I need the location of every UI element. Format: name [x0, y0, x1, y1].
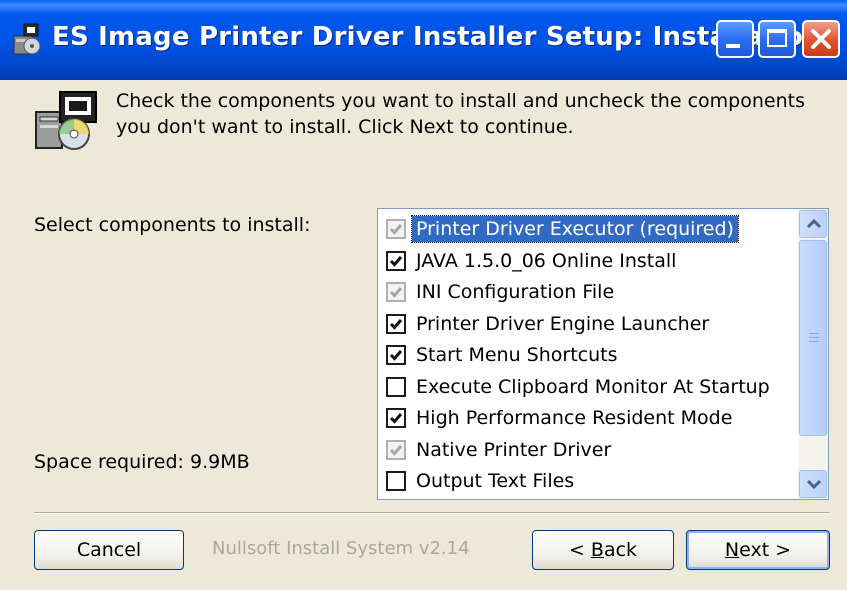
check-icon: [389, 350, 403, 361]
component-checkbox[interactable]: [386, 376, 406, 397]
minimize-icon: [726, 44, 740, 48]
close-icon: [811, 29, 831, 49]
component-item[interactable]: Printer Driver Executor (required): [386, 215, 739, 243]
cancel-button[interactable]: Cancel: [34, 530, 184, 570]
component-checkbox: [386, 282, 406, 302]
select-components-label: Select components to install:: [34, 214, 311, 236]
component-label: Output Text Files: [416, 470, 575, 492]
component-item[interactable]: Execute Clipboard Monitor At Startup: [386, 373, 774, 401]
component-checkbox: [386, 219, 406, 239]
components-list[interactable]: Printer Driver Executor (required) JAVA 1…: [377, 208, 829, 500]
installer-window: ES Image Printer Driver Installer Setup:…: [0, 0, 847, 590]
back-prefix: <: [568, 539, 591, 561]
grip-line: [809, 337, 819, 338]
grip-line: [809, 341, 819, 342]
component-label: Start Menu Shortcuts: [416, 344, 618, 366]
component-label: Printer Driver Executor (required): [411, 215, 739, 243]
cancel-label: Cancel: [76, 539, 142, 561]
chevron-up-icon: [806, 218, 822, 229]
close-button[interactable]: [802, 20, 840, 58]
back-accelerator: B: [590, 539, 604, 561]
back-button[interactable]: < Back: [532, 530, 674, 570]
scrollbar-thumb[interactable]: [799, 240, 827, 436]
check-icon: [389, 444, 403, 456]
back-label-rest: ack: [603, 539, 638, 561]
check-icon: [389, 224, 403, 235]
component-label: INI Configuration File: [416, 281, 615, 303]
header-description: Check the components you want to install…: [116, 88, 816, 140]
component-item[interactable]: JAVA 1.5.0_06 Online Install: [386, 247, 680, 275]
title-bar[interactable]: ES Image Printer Driver Installer Setup:…: [0, 0, 847, 80]
nsis-branding: Nullsoft Install System v2.14: [212, 538, 470, 559]
minimize-button[interactable]: [716, 20, 754, 58]
component-item[interactable]: Output Text Files: [386, 467, 578, 495]
component-item[interactable]: Printer Driver Engine Launcher: [386, 310, 713, 338]
component-label: Native Printer Driver: [416, 438, 612, 461]
footer-separator-highlight: [34, 513, 829, 514]
component-checkbox[interactable]: [386, 250, 406, 271]
description-line-1: Check the components you want to install…: [116, 90, 805, 112]
component-item[interactable]: Native Printer Driver: [386, 436, 615, 464]
check-icon: [389, 318, 403, 330]
grip-line: [809, 333, 819, 334]
check-icon: [389, 413, 403, 424]
component-item[interactable]: INI Configuration File: [386, 278, 618, 306]
component-checkbox: [386, 439, 406, 460]
chevron-down-icon: [806, 479, 822, 490]
component-label: Printer Driver Engine Launcher: [416, 312, 710, 335]
check-icon: [389, 255, 403, 267]
next-accelerator: N: [724, 539, 740, 561]
description-line-2: you don't want to install. Click Next to…: [116, 116, 574, 138]
maximize-button[interactable]: [758, 20, 796, 58]
component-label: Execute Clipboard Monitor At Startup: [416, 375, 770, 398]
next-label-rest: ext >: [739, 539, 792, 561]
space-required-label: Space required: 9.9MB: [34, 451, 250, 473]
scroll-down-button[interactable]: [799, 470, 827, 498]
component-checkbox[interactable]: [386, 471, 406, 491]
component-checkbox[interactable]: [386, 408, 406, 428]
next-button[interactable]: Next >: [686, 530, 830, 570]
component-label: High Performance Resident Mode: [416, 407, 733, 429]
check-icon: [389, 287, 403, 298]
list-scrollbar[interactable]: [798, 209, 828, 499]
component-item[interactable]: High Performance Resident Mode: [386, 404, 736, 432]
scroll-up-button[interactable]: [799, 210, 827, 238]
maximize-icon: [767, 29, 787, 47]
component-checkbox[interactable]: [386, 345, 406, 365]
component-item[interactable]: Start Menu Shortcuts: [386, 341, 622, 369]
component-checkbox[interactable]: [386, 313, 406, 334]
installer-icon: [13, 23, 41, 55]
setup-computer-icon: [35, 91, 97, 150]
component-label: JAVA 1.5.0_06 Online Install: [416, 249, 677, 272]
